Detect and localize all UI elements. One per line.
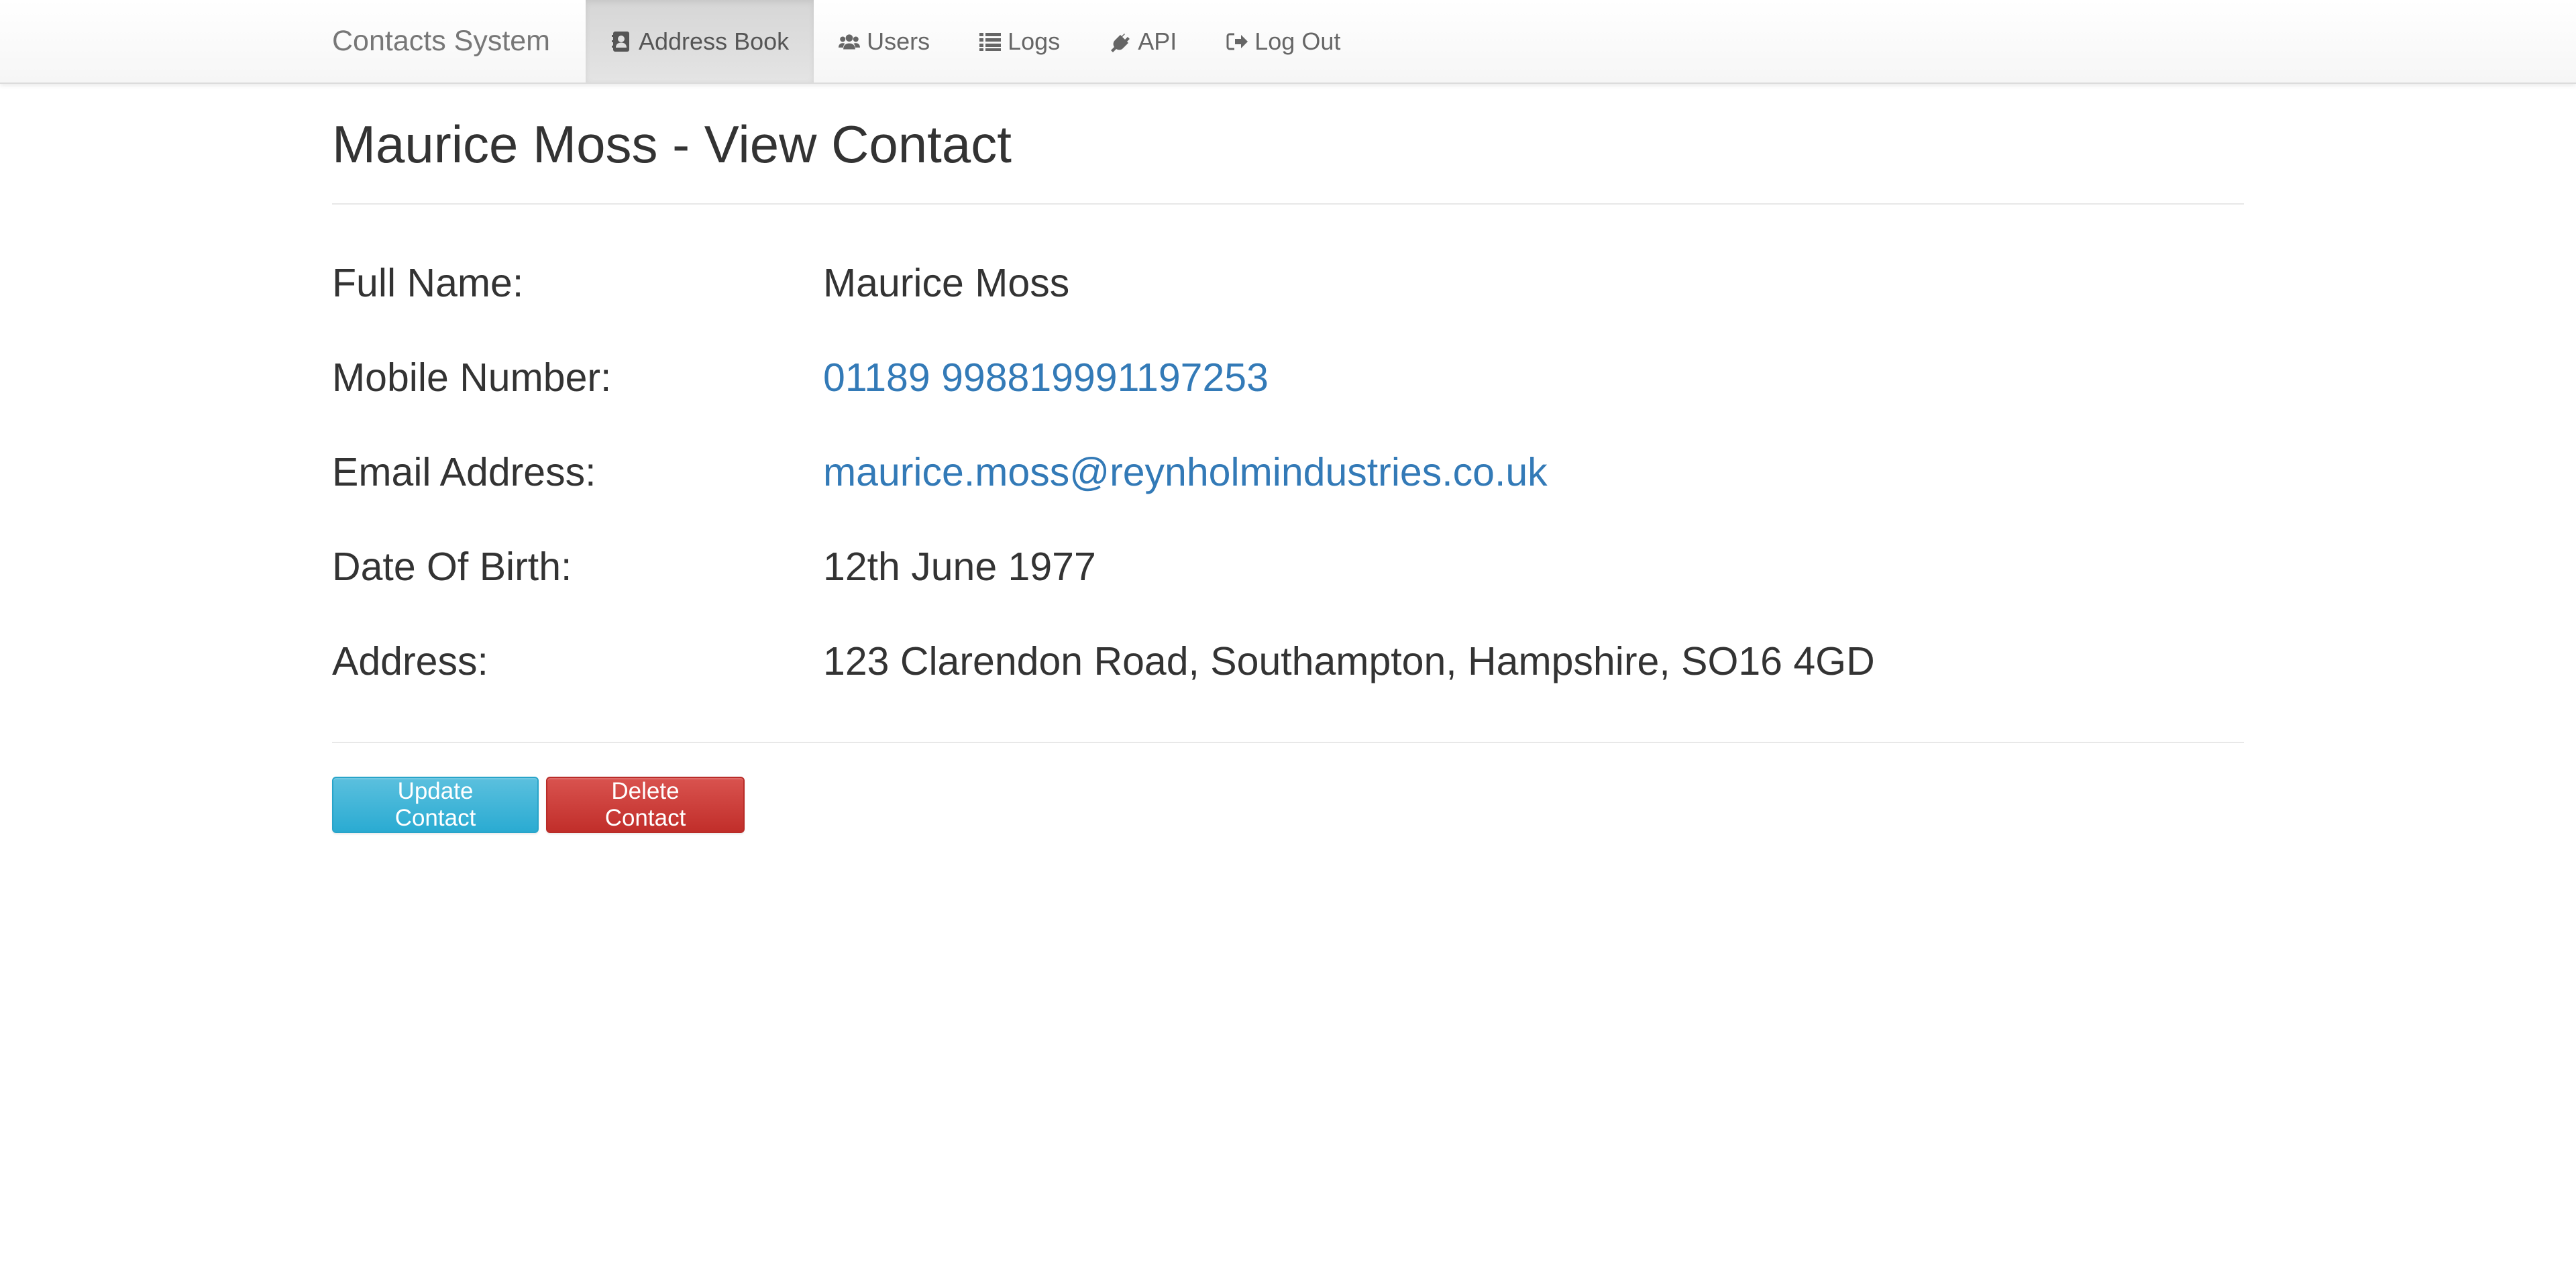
email-address-label: Email Address: bbox=[332, 449, 596, 494]
detail-row-dob: Date Of Birth: 12th June 1977 bbox=[332, 544, 2244, 639]
action-buttons: Update Contact Delete Contact bbox=[332, 776, 2244, 833]
full-name-label: Full Name: bbox=[332, 260, 524, 305]
detail-row-mobile: Mobile Number: 01189 998819991197253 bbox=[332, 355, 2244, 449]
delete-contact-button[interactable]: Delete Contact bbox=[546, 776, 745, 833]
nav-item-logs[interactable]: Logs bbox=[955, 0, 1085, 82]
nav-item-address-book[interactable]: Address Book bbox=[586, 0, 814, 82]
mobile-number-label: Mobile Number: bbox=[332, 355, 612, 400]
update-contact-button[interactable]: Update Contact bbox=[332, 776, 539, 833]
full-name-value: Maurice Moss bbox=[823, 260, 1070, 305]
page-title: Maurice Moss - View Contact bbox=[332, 115, 1012, 174]
detail-row-email: Email Address: maurice.moss@reynholmindu… bbox=[332, 449, 2244, 544]
address-label: Address: bbox=[332, 639, 488, 683]
header-divider bbox=[332, 203, 2244, 205]
date-of-birth-value: 12th June 1977 bbox=[823, 544, 1096, 589]
nav-label-users: Users bbox=[867, 27, 930, 55]
nav-item-users[interactable]: Users bbox=[814, 0, 955, 82]
nav-label-logs: Logs bbox=[1008, 27, 1061, 55]
detail-row-full-name: Full Name: Maurice Moss bbox=[332, 260, 2244, 355]
nav-label-api: API bbox=[1138, 27, 1177, 55]
nav-label-address-book: Address Book bbox=[639, 27, 790, 55]
top-navbar: Contacts System Address Book Users Logs … bbox=[0, 0, 2576, 84]
address-book-icon bbox=[610, 31, 632, 52]
list-icon bbox=[979, 31, 1002, 52]
contact-details: Full Name: Maurice Moss Mobile Number: 0… bbox=[332, 260, 2244, 733]
main-content: Maurice Moss - View Contact Full Name: M… bbox=[332, 82, 2244, 833]
email-address-link[interactable]: maurice.moss@reynholmindustries.co.uk bbox=[823, 449, 1548, 495]
sign-out-icon bbox=[1226, 31, 1248, 52]
nav-item-log-out[interactable]: Log Out bbox=[1201, 0, 1365, 82]
brand-link[interactable]: Contacts System bbox=[332, 0, 550, 82]
detail-row-address: Address: 123 Clarendon Road, Southampton… bbox=[332, 639, 2244, 733]
mobile-number-link[interactable]: 01189 998819991197253 bbox=[823, 355, 1269, 400]
main-nav: Address Book Users Logs API Log Out bbox=[586, 0, 1365, 82]
users-icon bbox=[839, 31, 861, 52]
details-divider bbox=[332, 741, 2244, 743]
address-value: 123 Clarendon Road, Southampton, Hampshi… bbox=[823, 639, 1875, 683]
nav-label-log-out: Log Out bbox=[1254, 27, 1341, 55]
date-of-birth-label: Date Of Birth: bbox=[332, 544, 572, 589]
plug-icon bbox=[1110, 31, 1131, 52]
nav-item-api[interactable]: API bbox=[1085, 0, 1201, 82]
